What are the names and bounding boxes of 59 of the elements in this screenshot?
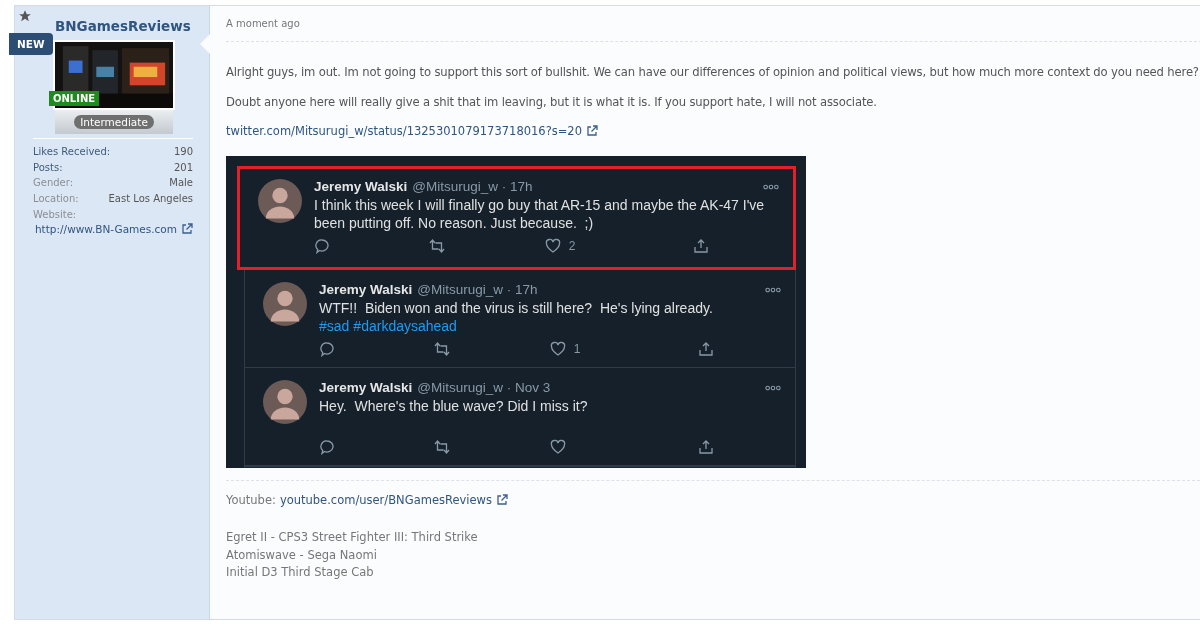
share-icon[interactable] — [698, 439, 714, 455]
tweet-text: WTF!! Biden won and the virus is still here? He's lying already. #sad #darkdaysahead — [319, 299, 714, 336]
share-icon[interactable] — [698, 341, 714, 357]
hashtag-link[interactable]: #sad — [319, 318, 350, 334]
retweet-icon[interactable] — [433, 439, 452, 455]
tweet-text: Hey. Where's the blue wave? Did I miss it? — [319, 397, 589, 416]
signature-line: Egret II - CPS3 Street Fighter III: Third Strike — [226, 529, 479, 546]
sidebar-pointer — [200, 34, 210, 54]
reply-icon[interactable] — [319, 439, 335, 455]
tweet-author: Jeremy Walski — [319, 380, 413, 395]
retweet-icon[interactable] — [428, 238, 447, 254]
youtube-link[interactable]: youtube.com/user/BNGamesReviews — [279, 493, 492, 507]
stat-label: Likes Received: — [33, 145, 111, 159]
more-icon[interactable] — [765, 286, 781, 293]
avatar — [263, 282, 307, 326]
signature-line: Initial D3 Third Stage Cab — [226, 564, 375, 581]
stat-label: Location: — [33, 192, 79, 207]
avatar — [258, 179, 302, 223]
external-link-icon[interactable] — [495, 494, 508, 506]
youtube-label: Youtube: — [226, 493, 276, 507]
heart-icon[interactable] — [549, 439, 566, 455]
tweet-handle: @Mitsurugi_w · 17h — [417, 282, 539, 297]
reply-icon[interactable] — [319, 341, 335, 357]
heart-icon[interactable] — [544, 238, 561, 254]
rank-badge: Intermediate — [74, 115, 154, 129]
external-link-icon[interactable] — [181, 222, 193, 235]
stat-value: Male — [169, 176, 193, 191]
more-icon[interactable] — [765, 384, 781, 391]
post-time: A moment ago — [226, 18, 1200, 42]
stat-label: Posts: — [33, 160, 63, 175]
reply-icon[interactable] — [314, 238, 330, 254]
username-link[interactable]: BNGamesReviews — [55, 18, 193, 34]
new-ribbon: NEW — [9, 33, 53, 55]
avatar — [263, 380, 307, 424]
tweet-text: I think this week I will finally go buy that AR-15 and maybe the AK-47 I've been putting off. No reason. Just because. ;) — [314, 196, 766, 233]
star-icon[interactable] — [18, 9, 32, 23]
signature-line: Atomiswave - Sega Naomi — [226, 546, 378, 564]
external-link-icon[interactable] — [586, 125, 598, 137]
tweet-handle: @Mitsurugi_w · Nov 3 — [417, 380, 552, 395]
stat-label: Gender: — [33, 176, 74, 191]
hashtag-link[interactable]: #darkdaysahead — [353, 318, 457, 334]
share-icon[interactable] — [693, 238, 709, 254]
tweet-link[interactable]: twitter.com/Mitsurugi_w/status/1325301079173718016?s=20 — [226, 124, 582, 138]
heart-icon[interactable] — [549, 341, 566, 357]
tweet-author: Jeremy Walski — [319, 282, 413, 297]
tweet-author: Jeremy Walski — [314, 179, 408, 194]
online-badge: ONLINE — [49, 91, 100, 106]
stat-value: 201 — [173, 160, 193, 175]
stat-label: Website: — [33, 208, 77, 220]
like-count: 1 — [573, 342, 581, 356]
stat-value: 190 — [173, 145, 193, 159]
post-paragraph: Alright guys, im out. Im not going to support this sort of bullshit. We can have our differences of opinion and political views, but how much more context do you need here? — [226, 64, 1200, 80]
tweet-handle: @Mitsurugi_w · 17h — [412, 179, 534, 194]
website-link[interactable]: http://www.BN-Games.com — [34, 222, 177, 235]
retweet-icon[interactable] — [433, 341, 452, 357]
post-paragraph: Doubt anyone here will really give a shit that im leaving, but it is what it is. If you support hate, I will not associate. — [226, 94, 878, 110]
more-icon[interactable] — [763, 183, 779, 190]
like-count: 2 — [568, 239, 576, 253]
stat-value: East Los Angeles — [108, 192, 193, 207]
